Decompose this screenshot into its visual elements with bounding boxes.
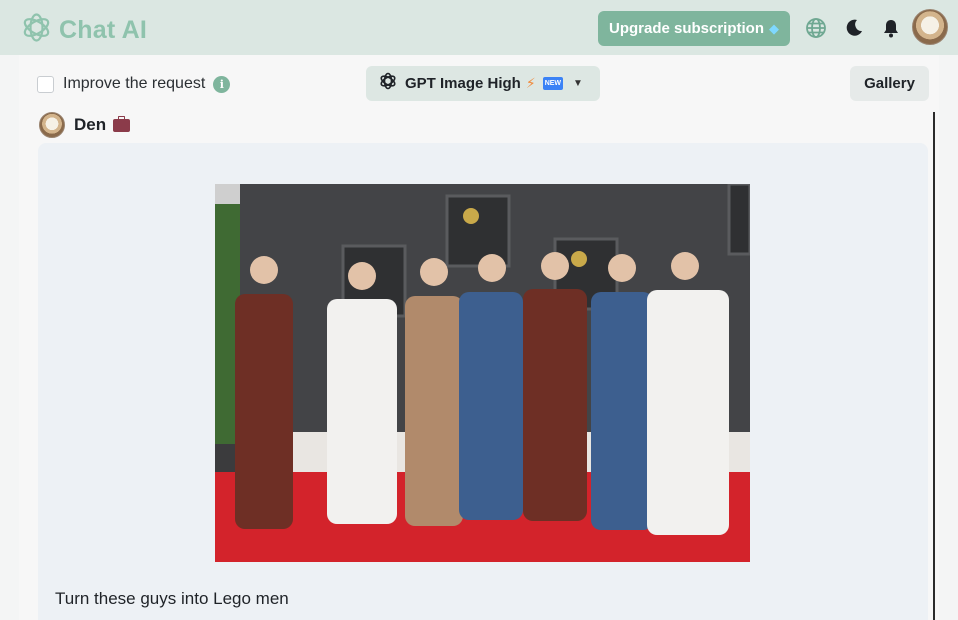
attached-image[interactable] (215, 184, 750, 562)
model-label: GPT Image High (405, 75, 521, 92)
diamond-icon: ◆ (769, 20, 780, 36)
username: Den (74, 115, 107, 134)
briefcase-icon (113, 115, 131, 132)
prompt-text: Turn these guys into Lego men (55, 589, 289, 608)
lightning-icon: ⚡ (525, 75, 536, 91)
avatar[interactable] (912, 9, 948, 45)
moon-icon[interactable] (841, 15, 867, 41)
upgrade-label: Upgrade subscription (608, 20, 765, 37)
info-icon[interactable]: i (213, 75, 231, 93)
message-author: Den (39, 112, 131, 138)
chevron-down-icon: ▼ (573, 78, 583, 89)
improve-checkbox[interactable] (37, 75, 54, 93)
chat-area: Improve the request i GPT Image High ⚡ N… (19, 55, 939, 620)
logo-icon (20, 11, 53, 49)
new-badge: NEW (542, 77, 564, 90)
scrollbar[interactable] (933, 112, 935, 620)
bell-icon[interactable] (878, 15, 904, 41)
app-logo[interactable]: Chat AI (20, 11, 147, 49)
user-message: Turn these guys into Lego men (38, 143, 928, 620)
upgrade-subscription-button[interactable]: Upgrade subscription ◆ (598, 11, 790, 46)
improve-request-toggle[interactable]: Improve the request i (37, 75, 231, 93)
improve-label: Improve the request (63, 75, 206, 92)
model-selector[interactable]: GPT Image High ⚡ NEW ▼ (366, 66, 600, 101)
globe-icon[interactable] (803, 15, 829, 41)
openai-icon (379, 72, 397, 95)
top-bar: Chat AI Upgrade subscription ◆ (0, 0, 958, 55)
app-name: Chat AI (59, 15, 147, 44)
group-photo (215, 184, 750, 562)
avatar (39, 112, 65, 138)
gallery-button[interactable]: Gallery (850, 66, 929, 101)
